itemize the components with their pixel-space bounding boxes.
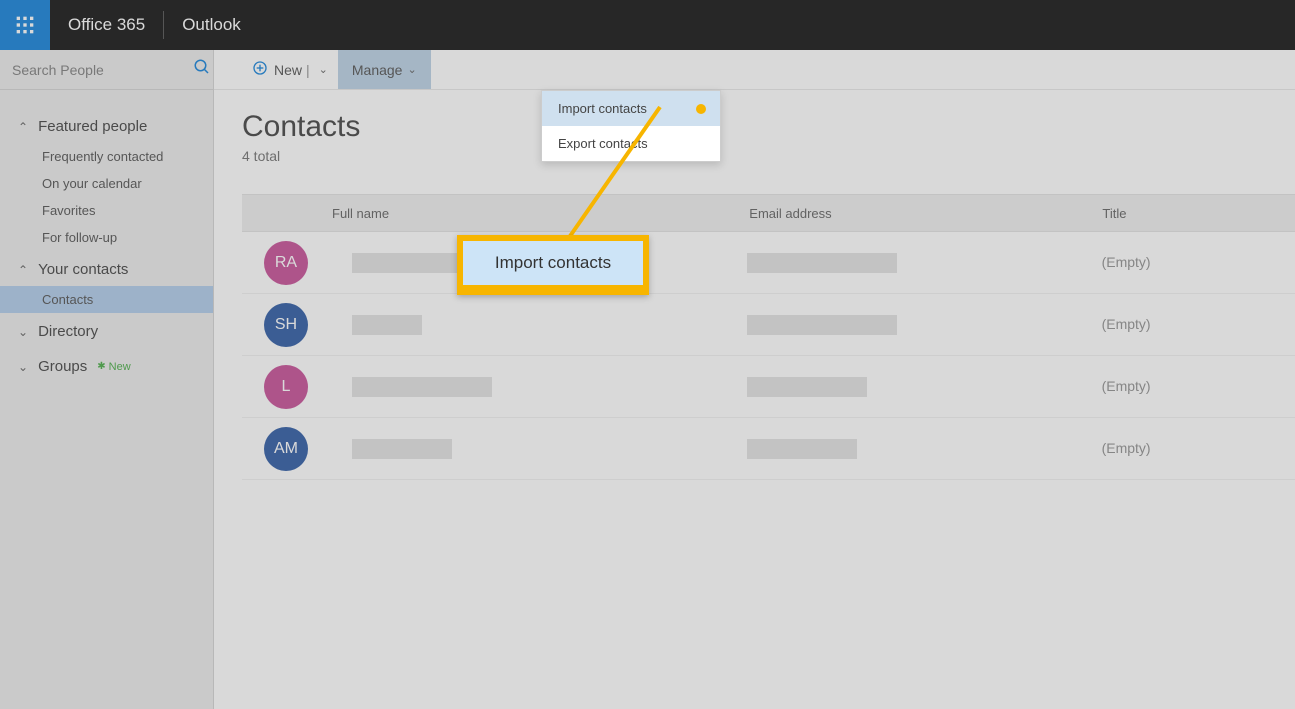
empty-title: (Empty)	[1102, 254, 1151, 270]
avatar: AM	[264, 427, 308, 471]
redacted-name	[352, 377, 492, 397]
app-name-label[interactable]: Outlook	[164, 15, 259, 35]
sidebar-item-for-follow-up[interactable]: For follow-up	[0, 224, 213, 251]
contacts-table: Full name Email address Title RA (Empty)…	[242, 194, 1295, 480]
app-header: Office 365 Outlook	[0, 0, 1295, 50]
sidebar-section-label: Groups	[38, 358, 87, 375]
chevron-down-icon: ⌄	[407, 63, 416, 76]
empty-title: (Empty)	[1102, 440, 1151, 456]
brand-label[interactable]: Office 365	[50, 15, 163, 35]
manage-label: Manage	[352, 62, 403, 78]
main-area: New | ⌄ Manage ⌄ Import contacts Export …	[214, 50, 1295, 709]
search-input[interactable]	[12, 62, 193, 78]
sidebar-section-featured-people[interactable]: ⌃ Featured people	[0, 108, 213, 143]
chevron-down-icon[interactable]: ⌄	[319, 63, 328, 76]
column-header-name[interactable]: Full name	[312, 206, 749, 221]
redacted-email	[747, 253, 897, 273]
redacted-name	[352, 439, 452, 459]
chevron-down-icon: ⌄	[18, 325, 28, 339]
chevron-up-icon: ⌃	[18, 263, 28, 277]
column-header-title[interactable]: Title	[1102, 206, 1295, 221]
callout-label: Import contacts	[495, 253, 611, 273]
table-header-row: Full name Email address Title	[242, 194, 1295, 232]
avatar: RA	[264, 241, 308, 285]
sidebar-section-your-contacts[interactable]: ⌃ Your contacts	[0, 251, 213, 286]
sidebar-section-groups[interactable]: ⌄ Groups New	[0, 348, 213, 383]
new-badge: New	[97, 361, 130, 373]
redacted-email	[747, 439, 857, 459]
search-icon[interactable]	[193, 58, 211, 81]
waffle-icon	[15, 15, 35, 35]
plus-circle-icon	[252, 60, 268, 79]
dropdown-item-label: Import contacts	[558, 101, 647, 116]
sidebar: ⌃ Featured people Frequently contacted O…	[0, 50, 214, 709]
chevron-up-icon: ⌃	[18, 120, 28, 134]
column-header-email[interactable]: Email address	[749, 206, 1102, 221]
redacted-email	[747, 315, 897, 335]
dropdown-item-import-contacts[interactable]: Import contacts	[542, 91, 720, 126]
sidebar-section-label: Featured people	[38, 118, 147, 135]
empty-title: (Empty)	[1102, 378, 1151, 394]
chevron-down-icon: ⌄	[18, 360, 28, 374]
callout-box: Import contacts	[457, 235, 649, 295]
page-subtitle: 4 total	[242, 148, 1295, 164]
avatar: L	[264, 365, 308, 409]
toolbar: New | ⌄ Manage ⌄	[214, 50, 1295, 90]
manage-dropdown: Import contacts Export contacts	[541, 90, 721, 162]
redacted-name	[352, 315, 422, 335]
app-launcher-button[interactable]	[0, 0, 50, 50]
dropdown-item-label: Export contacts	[558, 136, 648, 151]
page-title: Contacts	[242, 110, 1295, 144]
table-row[interactable]: L (Empty)	[242, 356, 1295, 418]
table-row[interactable]: RA (Empty)	[242, 232, 1295, 294]
table-row[interactable]: AM (Empty)	[242, 418, 1295, 480]
empty-title: (Empty)	[1102, 316, 1151, 332]
redacted-email	[747, 377, 867, 397]
sidebar-section-directory[interactable]: ⌄ Directory	[0, 313, 213, 348]
sidebar-item-contacts[interactable]: Contacts	[0, 286, 213, 313]
sidebar-item-frequently-contacted[interactable]: Frequently contacted	[0, 143, 213, 170]
sidebar-section-label: Your contacts	[38, 261, 128, 278]
sidebar-section-label: Directory	[38, 323, 98, 340]
sidebar-item-favorites[interactable]: Favorites	[0, 197, 213, 224]
dropdown-item-export-contacts[interactable]: Export contacts	[542, 126, 720, 161]
sidebar-item-on-your-calendar[interactable]: On your calendar	[0, 170, 213, 197]
avatar: SH	[264, 303, 308, 347]
new-button[interactable]: New | ⌄	[242, 50, 338, 89]
manage-button[interactable]: Manage ⌄	[338, 50, 431, 89]
search-bar[interactable]	[0, 50, 213, 90]
annotation-dot-icon	[696, 104, 706, 114]
table-row[interactable]: SH (Empty)	[242, 294, 1295, 356]
pipe-separator: |	[306, 62, 310, 78]
annotation-callout: Import contacts	[457, 235, 649, 295]
new-label: New	[274, 62, 302, 78]
